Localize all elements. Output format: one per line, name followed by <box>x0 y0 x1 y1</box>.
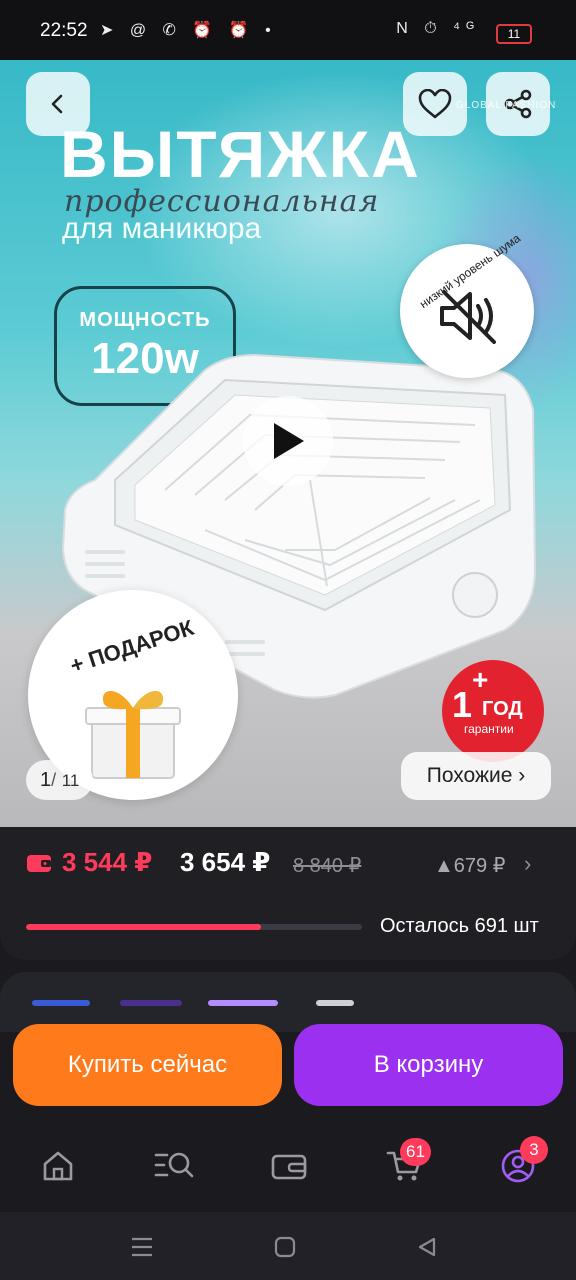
notification-icons: ➤ @ ✆ ⏰ ⏰ • <box>100 22 277 39</box>
warranty-badge: + 1 ГОД гарантии <box>442 660 544 762</box>
chevron-right-icon[interactable]: › <box>524 851 531 877</box>
old-price: 8 840 ₽ <box>293 855 362 877</box>
play-icon <box>274 423 304 459</box>
brand-logo: GLOBAL FASHION <box>456 100 557 111</box>
heart-icon <box>418 89 452 119</box>
profile-notification-badge: 3 <box>520 1136 548 1164</box>
image-counter-separator: / <box>51 770 57 790</box>
gift-icon <box>85 691 181 779</box>
add-to-cart-button[interactable]: В корзину <box>294 1024 563 1106</box>
system-navigation-bar <box>0 1212 576 1280</box>
low-noise-badge: низкий уровень шума <box>400 231 534 378</box>
home-icon <box>43 1151 73 1181</box>
price-difference[interactable]: ▲679 ₽ <box>434 853 505 878</box>
warranty-sub: гарантии <box>464 722 514 736</box>
image-counter-total: 11 <box>61 771 80 790</box>
stock-progress-bar <box>26 924 362 930</box>
recent-apps-button[interactable] <box>127 1232 157 1262</box>
preview-thumb <box>120 1000 182 1006</box>
warranty-year: ГОД <box>482 698 523 720</box>
status-time: 22:52 <box>40 20 88 41</box>
cart-count-badge: 61 <box>400 1138 431 1166</box>
preview-thumb <box>208 1000 278 1006</box>
current-price: 3 654 ₽ <box>180 847 271 877</box>
square-icon <box>274 1236 296 1258</box>
catalog-search-icon <box>154 1152 194 1178</box>
system-icons: N ⏱ ⁴ᴳ <box>396 20 480 37</box>
chevron-left-icon <box>51 94 63 114</box>
promo-title: ВЫТЯЖКА <box>60 117 421 191</box>
warranty-number: 1 <box>452 684 473 725</box>
product-image-gallery[interactable]: ВЫТЯЖКА профессиональная для маникюра МО… <box>0 60 576 827</box>
wallet-price: 3 544 ₽ <box>62 847 153 877</box>
tab-catalog[interactable] <box>150 1142 198 1190</box>
play-video-button[interactable] <box>243 396 333 486</box>
next-section-preview <box>0 972 576 1032</box>
status-bar: 22:52 ➤ @ ✆ ⏰ ⏰ • N ⏱ ⁴ᴳ 11 <box>0 0 576 60</box>
home-system-button[interactable] <box>270 1232 300 1262</box>
mute-icon <box>440 290 496 344</box>
image-counter: 1/ 11 <box>26 760 94 800</box>
promo-subtitle: для маникюра <box>62 212 262 245</box>
bottom-tab-bar: 61 3 <box>0 1106 576 1212</box>
tab-wallet[interactable] <box>265 1142 313 1190</box>
warranty-plus: + <box>472 664 489 695</box>
tab-home[interactable] <box>34 1142 82 1190</box>
preview-thumb <box>316 1000 354 1006</box>
similar-products-button[interactable]: Похожие › <box>401 752 551 800</box>
battery-icon: 11 <box>496 24 532 44</box>
system-back-button[interactable] <box>412 1232 442 1262</box>
image-counter-current: 1 <box>40 769 52 791</box>
wallet-tab-icon <box>271 1154 307 1180</box>
wallet-icon <box>27 855 51 872</box>
gift-text: + ПОДАРОК <box>67 614 197 679</box>
menu-icon <box>132 1237 152 1257</box>
stock-progress-fill <box>26 924 262 930</box>
back-button[interactable] <box>26 72 90 136</box>
preview-thumb <box>32 1000 90 1006</box>
stock-remaining: Осталось 691 шт <box>380 915 539 937</box>
power-label: МОЩНОСТЬ <box>79 309 211 331</box>
triangle-back-icon <box>418 1237 436 1257</box>
price-card: 3 544 ₽ 3 654 ₽ 8 840 ₽ ▲679 ₽ › Осталос… <box>0 827 576 960</box>
buy-now-button[interactable]: Купить сейчас <box>13 1024 282 1106</box>
